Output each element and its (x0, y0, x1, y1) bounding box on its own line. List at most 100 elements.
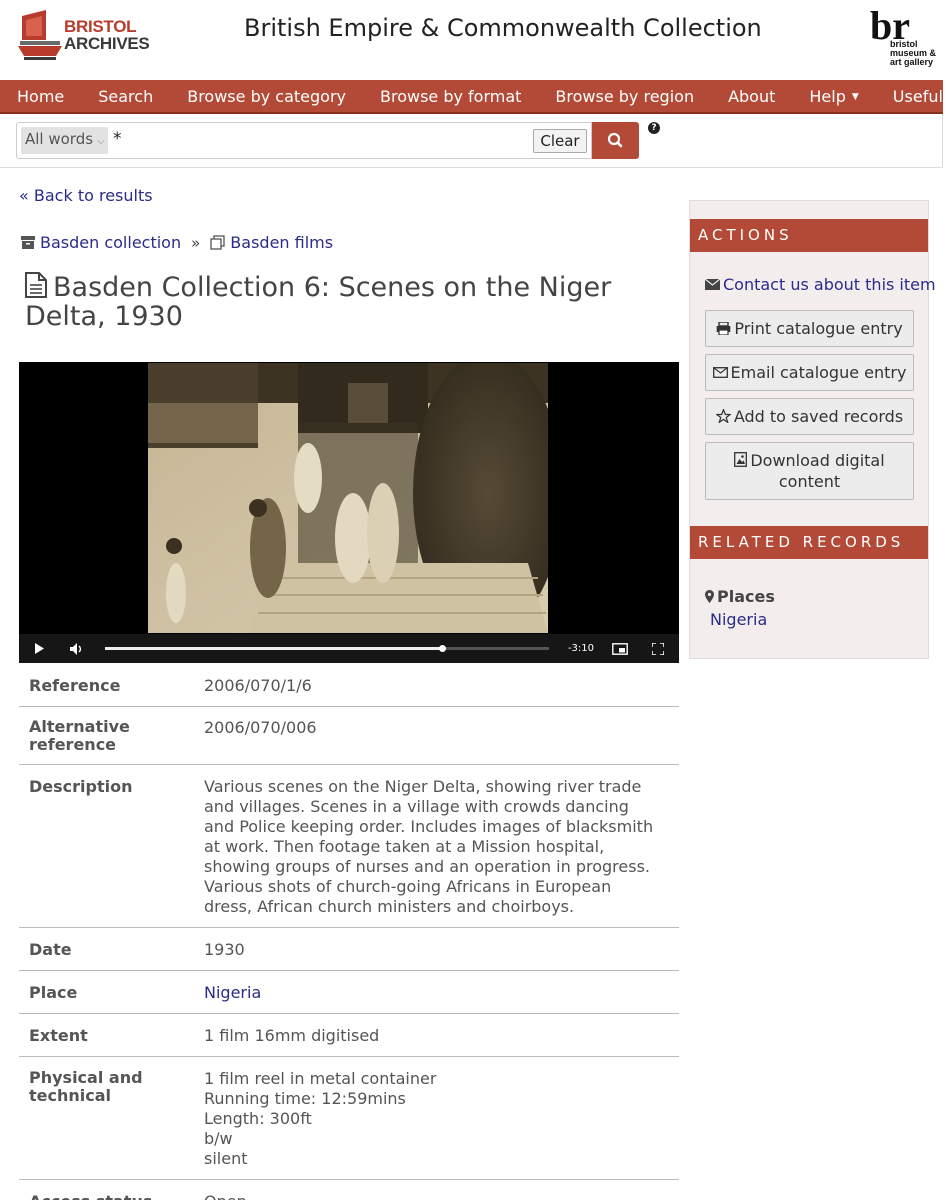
archive-box-icon (21, 236, 35, 249)
logo-text-archives: ARCHIVES (64, 34, 150, 53)
row-value: 2006/070/1/6 (204, 676, 312, 695)
nav-home[interactable]: Home (0, 87, 81, 106)
actions-sidebar: ACTIONS Contact us about this item Print… (689, 200, 936, 659)
table-row: Date 1930 (19, 928, 679, 971)
caret-down-icon: ▼ (851, 92, 859, 102)
logo-text-bristol: BRISTOL (64, 17, 137, 36)
table-row: Reference 2006/070/1/6 (19, 664, 679, 707)
row-value: 1 film reel in metal container Running t… (204, 1069, 437, 1168)
row-label: Date (29, 940, 72, 959)
nav-search[interactable]: Search (81, 87, 170, 106)
envelope-outline-icon (712, 367, 728, 378)
video-player[interactable]: -3:10 (19, 362, 679, 663)
row-label: Reference (29, 676, 121, 695)
row-value: Various scenes on the Niger Delta, showi… (204, 777, 654, 916)
ship-icon (18, 10, 62, 60)
clear-button[interactable]: Clear (533, 129, 587, 153)
row-label: Physical and technical (29, 1068, 143, 1105)
page-title-text: Basden Collection 6: Scenes on the Niger… (25, 272, 612, 332)
site-header: BRISTOL ARCHIVES British Empire & Common… (0, 0, 952, 80)
printer-icon (717, 321, 731, 336)
page-title: Basden Collection 6: Scenes on the Niger… (25, 272, 665, 331)
nav-useful-links[interactable]: Useful links (876, 87, 952, 106)
row-value: Nigeria (204, 983, 664, 1003)
main-nav: Home Search Browse by category Browse by… (0, 80, 952, 114)
time-remaining: -3:10 (567, 643, 595, 654)
table-row: Extent 1 film 16mm digitised (19, 1014, 679, 1057)
document-icon (25, 272, 47, 298)
places-heading: Places (705, 587, 775, 606)
search-scope-select[interactable]: All words ⌵ (21, 127, 108, 154)
picture-in-picture-button[interactable] (609, 634, 631, 663)
places-heading-label: Places (717, 587, 775, 606)
video-progress-bar[interactable] (105, 645, 549, 652)
star-outline-icon (714, 407, 732, 424)
print-button[interactable]: Print catalogue entry (705, 310, 914, 347)
contact-link-label: Contact us about this item (723, 275, 936, 294)
table-row: Access status Open (19, 1180, 679, 1200)
place-link[interactable]: Nigeria (204, 983, 261, 1002)
volume-icon (70, 642, 82, 655)
save-button-label: Add to saved records (733, 407, 904, 426)
nav-browse-format[interactable]: Browse by format (363, 87, 538, 106)
row-value: Open (204, 1192, 664, 1200)
contact-link[interactable]: Contact us about this item (704, 275, 936, 294)
print-button-label: Print catalogue entry (734, 319, 903, 338)
video-progress-fill (105, 647, 442, 650)
image-file-icon (734, 452, 748, 467)
related-records-heading: RELATED RECORDS (690, 526, 928, 559)
breadcrumb-series[interactable]: Basden films (230, 233, 333, 252)
nav-help[interactable]: Help ▼ (792, 87, 875, 106)
bristol-archives-logo[interactable]: BRISTOL ARCHIVES (16, 10, 150, 62)
row-value: 1930 (204, 940, 245, 959)
row-label: Description (29, 777, 133, 796)
row-value: 1 film 16mm digitised (204, 1026, 380, 1045)
fullscreen-icon (652, 642, 664, 655)
search-query[interactable]: * (113, 129, 122, 149)
table-row: Physical and technical 1 film reel in me… (19, 1057, 679, 1180)
search-button[interactable] (592, 122, 639, 159)
copy-documents-icon (210, 235, 225, 250)
email-button[interactable]: Email catalogue entry (705, 354, 914, 391)
related-place-link[interactable]: Nigeria (710, 610, 767, 629)
download-button[interactable]: Download digital content (705, 442, 914, 500)
nav-browse-category[interactable]: Browse by category (170, 87, 363, 106)
row-label: Place (29, 983, 78, 1002)
row-value: 2006/070/006 (204, 718, 317, 737)
record-details-table: Reference 2006/070/1/6 Alternative refer… (19, 664, 679, 1200)
video-frame[interactable] (148, 363, 548, 633)
mute-button[interactable] (67, 634, 87, 663)
video-controls: -3:10 (19, 634, 679, 663)
fullscreen-button[interactable] (647, 634, 669, 663)
table-row: Place Nigeria (19, 971, 679, 1014)
email-button-label: Email catalogue entry (730, 363, 907, 382)
chevron-down-icon: ⌵ (97, 136, 105, 147)
back-to-results-link[interactable]: « Back to results (19, 186, 153, 205)
double-chevron-left-icon: « (19, 186, 29, 205)
search-scope-value: All words (25, 130, 94, 148)
help-icon[interactable]: ? (648, 122, 660, 134)
save-record-button[interactable]: Add to saved records (705, 398, 914, 435)
download-button-label: Download digital content (750, 451, 885, 491)
breadcrumb-collection[interactable]: Basden collection (40, 233, 181, 252)
nav-browse-region[interactable]: Browse by region (538, 87, 711, 106)
video-progress-handle[interactable] (438, 645, 446, 652)
film-still-image (148, 363, 548, 633)
envelope-icon (704, 278, 721, 290)
site-title: British Empire & Commonwealth Collection (244, 14, 762, 42)
search-bar: All words ⌵ * Clear ? (0, 114, 943, 168)
nav-help-label: Help (809, 86, 846, 106)
back-link-label: Back to results (33, 186, 153, 205)
search-input[interactable]: All words ⌵ * Clear (16, 122, 592, 159)
actions-heading: ACTIONS (690, 219, 928, 252)
breadcrumb: Basden collection » Basden films (21, 233, 333, 252)
bristol-museum-logo[interactable]: br bristol museum & art gallery (870, 6, 942, 67)
map-marker-icon (705, 590, 714, 603)
play-icon (35, 643, 44, 654)
nav-about[interactable]: About (711, 87, 792, 106)
museum-logo-text: bristol museum & art gallery (890, 39, 937, 67)
play-button[interactable] (29, 634, 49, 663)
row-label: Access status (29, 1192, 204, 1200)
row-label: Alternative reference (29, 717, 130, 754)
breadcrumb-separator-icon: » (191, 233, 201, 252)
